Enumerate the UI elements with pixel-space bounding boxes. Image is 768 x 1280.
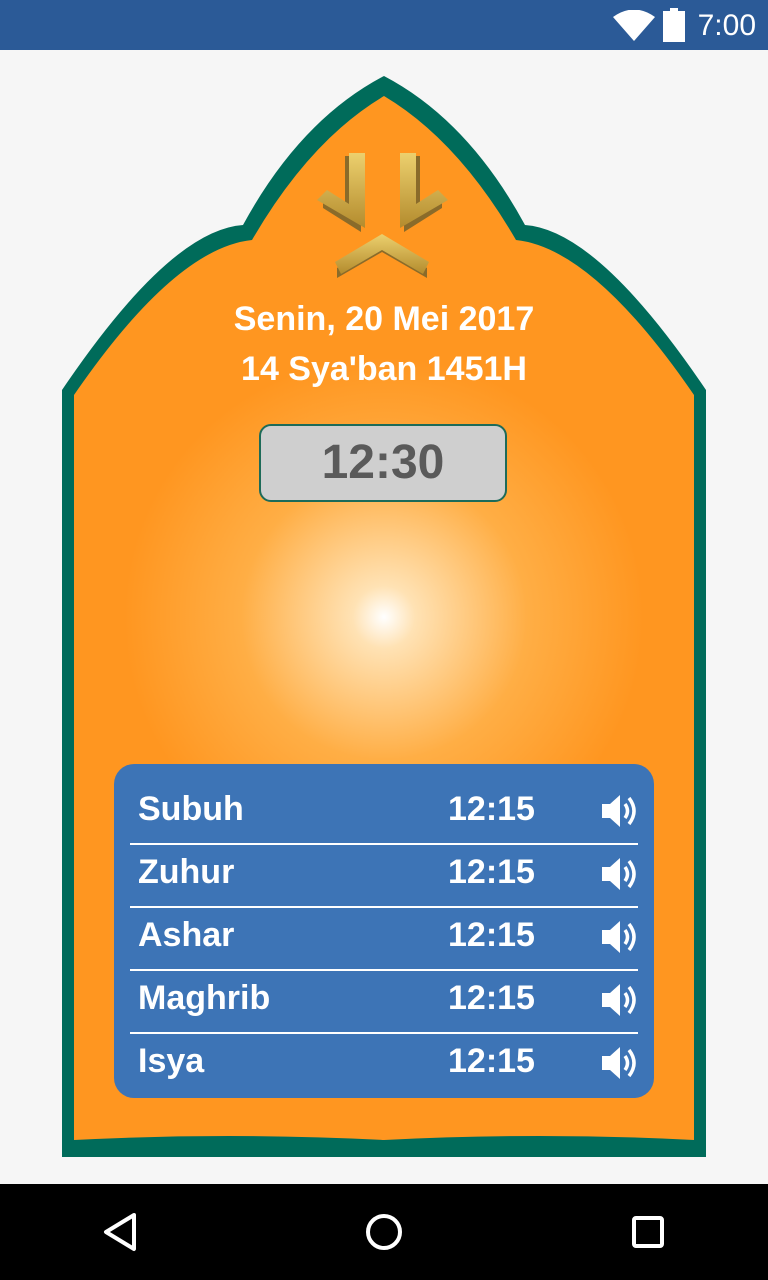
navigation-bar <box>0 1184 768 1280</box>
prayer-time: 12:15 <box>448 916 535 954</box>
speaker-icon[interactable] <box>600 1044 640 1082</box>
gregorian-date: Senin, 20 Mei 2017 <box>233 300 535 338</box>
prayer-time: 12:15 <box>448 1042 535 1080</box>
prayer-time: 12:15 <box>448 853 535 891</box>
speaker-icon[interactable] <box>600 981 640 1019</box>
prayer-row-subuh: Subuh 12:15 <box>130 782 638 845</box>
current-time-display: 12:30 <box>259 424 507 502</box>
prayer-name: Isya <box>138 1042 205 1080</box>
prayer-name: Zuhur <box>138 853 235 891</box>
hijri-date: 14 Sya'ban 1451H <box>241 350 527 388</box>
prayer-time: 12:15 <box>448 979 535 1017</box>
prayer-times-panel: Subuh 12:15 Zuhur 12:15 Ashar 12:15 Magh… <box>114 764 654 1098</box>
speaker-icon[interactable] <box>600 792 640 830</box>
prayer-row-maghrib: Maghrib 12:15 <box>130 971 638 1034</box>
prayer-name: Maghrib <box>138 979 271 1017</box>
prayer-name: Ashar <box>138 916 235 954</box>
back-icon[interactable] <box>92 1204 148 1260</box>
recents-icon[interactable] <box>620 1204 676 1260</box>
prayer-row-ashar: Ashar 12:15 <box>130 908 638 971</box>
prayer-time: 12:15 <box>448 790 535 828</box>
prayer-row-zuhur: Zuhur 12:15 <box>130 845 638 908</box>
prayer-row-isya: Isya 12:15 <box>130 1034 638 1095</box>
speaker-icon[interactable] <box>600 918 640 956</box>
speaker-icon[interactable] <box>600 855 640 893</box>
app-logo <box>317 153 448 278</box>
home-icon[interactable] <box>356 1204 412 1260</box>
prayer-name: Subuh <box>138 790 244 828</box>
